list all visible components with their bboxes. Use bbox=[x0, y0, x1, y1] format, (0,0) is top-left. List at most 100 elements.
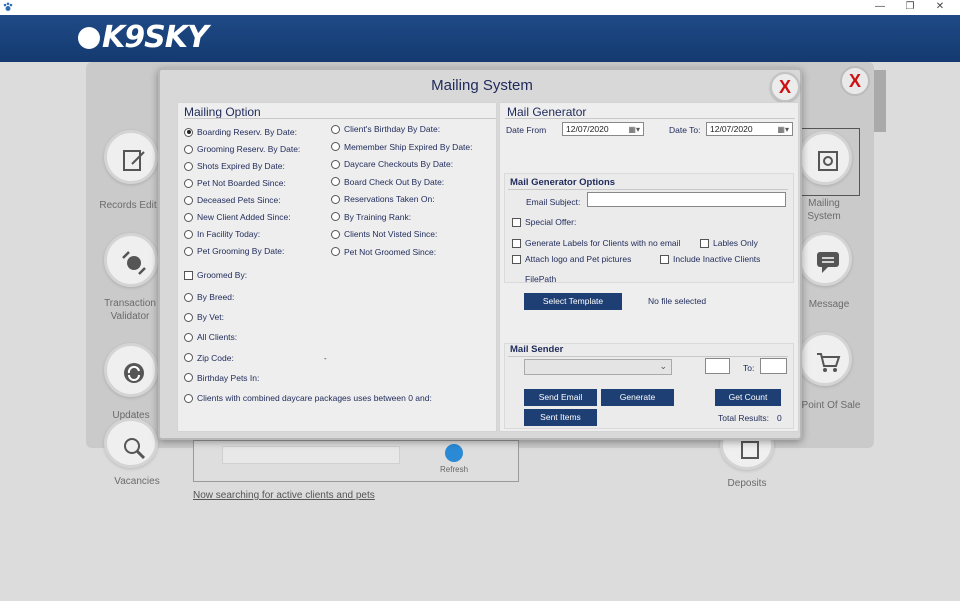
generate-labels-label: Generate Labels for Clients with no emai… bbox=[525, 238, 681, 248]
scrollbar[interactable] bbox=[874, 70, 886, 132]
radio-button[interactable] bbox=[184, 178, 193, 188]
radio-button[interactable] bbox=[184, 144, 193, 154]
include-inactive-checkbox[interactable]: Include Inactive Clients bbox=[660, 254, 760, 264]
radio-button[interactable] bbox=[184, 229, 193, 239]
range-to-input[interactable] bbox=[760, 358, 787, 374]
radio-button[interactable] bbox=[184, 312, 193, 322]
minimize-button[interactable]: — bbox=[866, 0, 894, 15]
mailing-option-radio[interactable]: Clients Not Visted Since: bbox=[331, 229, 437, 239]
radio-button[interactable] bbox=[331, 229, 340, 239]
get-count-button[interactable]: Get Count bbox=[715, 389, 781, 406]
labels-only-checkbox[interactable]: Lables Only bbox=[700, 238, 758, 248]
mailing-option-radio[interactable]: Reservations Taken On: bbox=[331, 194, 435, 204]
radio-button[interactable] bbox=[184, 195, 193, 205]
transaction-validator-button[interactable] bbox=[104, 233, 158, 287]
radio-button[interactable] bbox=[331, 194, 340, 204]
sent-items-button[interactable]: Sent Items bbox=[524, 409, 597, 426]
checkbox[interactable] bbox=[660, 254, 669, 264]
generate-labels-checkbox[interactable]: Generate Labels for Clients with no emai… bbox=[512, 238, 680, 248]
mailing-option-radio[interactable]: By Breed: bbox=[184, 292, 234, 302]
radio-button[interactable] bbox=[184, 292, 193, 302]
checkbox[interactable] bbox=[512, 217, 521, 227]
radio-button[interactable] bbox=[331, 212, 340, 221]
mailing-system-button[interactable] bbox=[798, 131, 852, 185]
mailing-option-radio[interactable]: Birthday Pets In: bbox=[184, 373, 259, 383]
mailing-option-radio[interactable]: Daycare Checkouts By Date: bbox=[331, 159, 453, 169]
mailing-option-radio[interactable]: Deceased Pets Since: bbox=[184, 195, 281, 205]
radio-button[interactable] bbox=[184, 246, 193, 256]
mailing-option-radio[interactable]: Pet Grooming By Date: bbox=[184, 246, 284, 256]
mailing-option-radio[interactable]: Grooming Reserv. By Date: bbox=[184, 144, 300, 154]
radio-button[interactable] bbox=[184, 373, 193, 383]
sender-select[interactable]: ⌄ bbox=[524, 359, 672, 375]
mailing-option-label: By Training Rank: bbox=[344, 211, 412, 222]
magnifier-icon bbox=[124, 438, 146, 460]
mailing-option-radio[interactable]: By Vet: bbox=[184, 312, 224, 322]
checkbox[interactable] bbox=[184, 270, 193, 280]
radio-button[interactable] bbox=[331, 124, 340, 134]
to-label: To: bbox=[743, 363, 755, 373]
attach-logo-checkbox[interactable]: Attach logo and Pet pictures bbox=[512, 254, 631, 264]
mailing-option-radio[interactable]: Shots Expired By Date: bbox=[184, 161, 285, 171]
refresh-icon[interactable] bbox=[445, 444, 463, 462]
mailing-option-radio[interactable]: New Client Added Since: bbox=[184, 212, 291, 222]
mailing-option-label: By Vet: bbox=[197, 312, 224, 323]
radio-button[interactable] bbox=[184, 393, 193, 403]
mailing-option-radio[interactable]: Board Check Out By Date: bbox=[331, 177, 444, 187]
message-button[interactable] bbox=[798, 232, 852, 286]
search-input[interactable] bbox=[222, 446, 400, 464]
mailing-option-radio[interactable]: Clients with combined daycare packages u… bbox=[184, 393, 432, 403]
checkbox[interactable] bbox=[700, 238, 709, 248]
radio-button[interactable] bbox=[184, 127, 193, 137]
groomed-by-checkbox[interactable]: Groomed By: bbox=[184, 270, 247, 280]
range-from-input[interactable] bbox=[705, 358, 730, 374]
updates-button[interactable] bbox=[104, 343, 158, 397]
radio-button[interactable] bbox=[331, 247, 340, 256]
mailing-option-panel: Mailing Option Boarding Reserv. By Date:… bbox=[177, 102, 497, 432]
restore-button[interactable]: ❐ bbox=[896, 0, 924, 15]
radio-button[interactable] bbox=[331, 159, 340, 169]
date-to-picker[interactable]: 12/07/2020 ▦▾ bbox=[706, 122, 793, 136]
generate-button[interactable]: Generate bbox=[601, 389, 674, 406]
mailing-option-radio[interactable]: Pet Not Boarded Since: bbox=[184, 178, 286, 188]
mailing-option-label: Clients Not Visted Since: bbox=[344, 229, 438, 239]
divider bbox=[505, 118, 795, 119]
radio-button[interactable] bbox=[184, 212, 193, 222]
vacancies-button[interactable] bbox=[104, 418, 158, 468]
mailing-option-label: Pet Grooming By Date: bbox=[197, 246, 285, 256]
searching-status-link[interactable]: Now searching for active clients and pet… bbox=[193, 490, 375, 501]
radio-button[interactable] bbox=[331, 177, 340, 186]
sync-icon bbox=[124, 363, 144, 383]
mailing-option-radio[interactable]: By Training Rank: bbox=[331, 212, 411, 222]
dialog-close-button[interactable]: X bbox=[770, 72, 800, 102]
point-of-sale-button[interactable] bbox=[798, 332, 852, 386]
special-offer-checkbox[interactable]: Special Offer: bbox=[512, 217, 576, 227]
send-email-button[interactable]: Send Email bbox=[524, 389, 597, 406]
window-close-button[interactable]: ✕ bbox=[926, 0, 954, 15]
mailing-option-radio[interactable]: Pet Not Groomed Since: bbox=[331, 247, 436, 257]
mailing-option-label: By Breed: bbox=[197, 292, 235, 302]
mailing-option-radio[interactable]: Client's Birthday By Date: bbox=[331, 124, 440, 134]
mailing-option-radio[interactable]: All Clients: bbox=[184, 332, 237, 342]
no-file-selected-text: No file selected bbox=[648, 296, 707, 306]
mailing-option-radio[interactable]: Boarding Reserv. By Date: bbox=[184, 127, 297, 137]
checkbox[interactable] bbox=[512, 238, 521, 248]
radio-button[interactable] bbox=[184, 332, 193, 342]
dashboard-close-button[interactable]: X bbox=[840, 66, 870, 96]
checkbox[interactable] bbox=[512, 254, 521, 264]
radio-button[interactable] bbox=[184, 161, 193, 171]
groomed-by-label: Groomed By: bbox=[197, 270, 248, 280]
radio-button[interactable] bbox=[184, 353, 193, 363]
total-results-value: 0 bbox=[777, 413, 782, 423]
calendar-icon[interactable]: ▦▾ bbox=[777, 124, 789, 136]
records-edit-button[interactable] bbox=[104, 130, 158, 184]
calendar-icon[interactable]: ▦▾ bbox=[628, 124, 640, 136]
select-template-button[interactable]: Select Template bbox=[524, 293, 622, 310]
mailing-option-radio[interactable]: Memember Ship Expired By Date: bbox=[331, 142, 473, 152]
mailing-option-radio[interactable]: Zip Code: bbox=[184, 353, 234, 363]
email-subject-input[interactable] bbox=[587, 192, 786, 207]
mailing-option-label: Memember Ship Expired By Date: bbox=[344, 141, 473, 152]
date-from-picker[interactable]: 12/07/2020 ▦▾ bbox=[562, 122, 644, 136]
radio-button[interactable] bbox=[331, 142, 340, 151]
mailing-option-radio[interactable]: In Facility Today: bbox=[184, 229, 260, 239]
